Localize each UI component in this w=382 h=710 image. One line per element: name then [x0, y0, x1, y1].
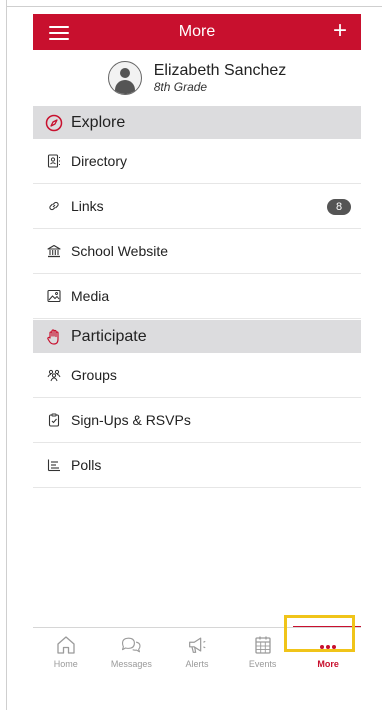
menu-item-label: Groups [71, 367, 117, 383]
menu-item-groups[interactable]: Groups [33, 353, 361, 398]
top-nav-bar: More + [33, 14, 361, 50]
menu-item-label: Polls [71, 457, 102, 473]
menu-item-label: Directory [71, 153, 128, 169]
frame-border-left [6, 0, 7, 710]
tab-label: More [317, 659, 339, 669]
tab-messages[interactable]: Messages [99, 628, 165, 676]
section-header-explore: Explore [33, 106, 361, 139]
screenshot-frame: More + Elizabeth Sanchez 8th Grade Explo… [0, 0, 382, 710]
menu-item-links[interactable]: Links 8 [33, 184, 361, 229]
profile-grade: 8th Grade [153, 80, 208, 94]
profile-name: Elizabeth Sanchez [153, 62, 287, 79]
tab-label: Home [53, 659, 78, 669]
app-screen: More + Elizabeth Sanchez 8th Grade Explo… [33, 14, 361, 676]
tab-alerts[interactable]: Alerts [164, 628, 230, 676]
compass-icon [45, 114, 63, 132]
school-building-icon [47, 244, 61, 258]
section-label: Participate [71, 327, 147, 345]
menu-item-label: School Website [71, 243, 169, 259]
poll-icon [47, 458, 61, 472]
tab-home[interactable]: Home [33, 628, 99, 676]
frame-border-top [6, 6, 382, 7]
menu-item-sign-ups-rsvps[interactable]: Sign-Ups & RSVPs [33, 398, 361, 443]
section-label: Explore [71, 113, 126, 131]
calendar-icon [252, 634, 274, 656]
tab-label: Messages [110, 659, 152, 669]
menu-item-school-website[interactable]: School Website [33, 229, 361, 274]
page-title: More [178, 23, 216, 40]
avatar [107, 61, 142, 95]
chat-bubbles-icon [120, 634, 142, 656]
megaphone-icon [186, 634, 208, 656]
profile-row[interactable]: Elizabeth Sanchez 8th Grade [33, 50, 361, 106]
tab-label: Alerts [185, 659, 209, 669]
highlight-box [284, 615, 355, 652]
tab-label: Events [248, 659, 277, 669]
menu-item-label: Sign-Ups & RSVPs [71, 412, 191, 428]
home-icon [55, 634, 77, 656]
people-icon [47, 368, 61, 382]
hamburger-menu-icon[interactable] [49, 26, 69, 40]
count-badge: 8 [327, 199, 351, 215]
menu-item-label: Links [71, 198, 104, 214]
section-header-participate: Participate [33, 320, 361, 353]
menu-item-label: Media [71, 288, 110, 304]
profile-text: Elizabeth Sanchez 8th Grade [154, 62, 287, 94]
menu-item-polls[interactable]: Polls [33, 443, 361, 488]
image-icon [47, 289, 61, 303]
menu-item-media[interactable]: Media [33, 274, 361, 319]
link-icon [47, 199, 61, 213]
raised-hand-icon [45, 328, 63, 346]
menu-item-directory[interactable]: Directory [33, 139, 361, 184]
clipboard-check-icon [47, 413, 61, 427]
contact-card-icon [47, 154, 61, 168]
add-plus-icon[interactable]: + [333, 19, 347, 43]
